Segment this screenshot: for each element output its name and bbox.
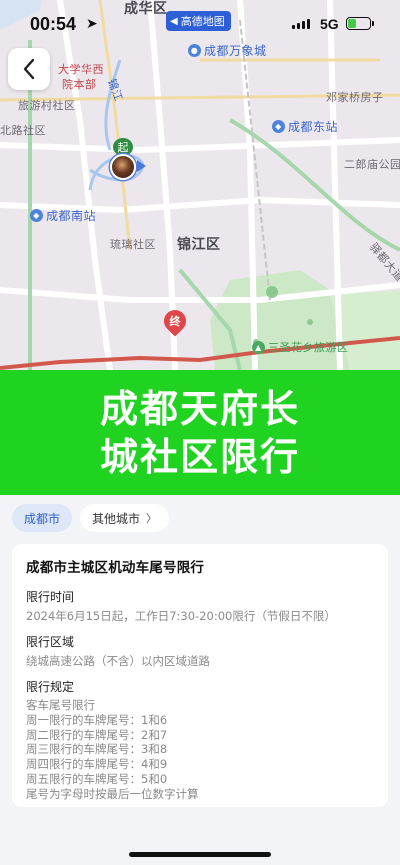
amap-return-badge[interactable]: ◀ 高德地图 [166,11,231,31]
time-heading: 限行时间 [26,590,75,604]
rule-line: 周一限行的车牌尾号：1和6 [26,712,168,727]
network-type: 5G [320,16,339,32]
rule-line: 客车尾号限行 [26,698,95,712]
route-map[interactable]: 成华区 ● 成都万象城 大学华西 院本部 旅游村社区 北路社区 锦江 ◆ 成都东… [0,0,400,370]
amap-badge-label: 高德地图 [180,15,225,28]
train-station-icon: ◆ [30,209,43,222]
map-label-erbu: 二郎庙公园 [344,158,400,171]
chevron-left-icon [23,58,35,80]
area-heading: 限行区域 [26,635,75,649]
end-marker-label: 终 [169,315,181,328]
map-label-lvyou: 旅游村社区 [18,99,76,112]
map-label-jinjiang: 锦江区 [177,237,221,253]
title-banner: 成都天府长 城社区限行 [0,370,400,495]
restriction-rule-card: 成都市主城区机动车尾号限行 限行时间 2024年6月15日起，工作日7:30-2… [12,544,388,807]
status-time: 00:54 [30,14,77,34]
map-label-huaxi: 大学华西 [58,63,104,76]
end-marker[interactable]: 终 [159,305,191,338]
user-location-avatar [110,154,136,180]
map-label-sansheng: ▲ 三圣花乡旅游区 [252,339,349,355]
map-label-nanzhan: ◆ 成都南站 [30,207,96,224]
map-label-dengjia: 邓家桥房子 [326,91,384,104]
return-arrow-icon: ◀ [170,15,178,27]
scenic-area-icon: ▲ [252,340,265,354]
map-label-dongzhan: ◆ 成都东站 [272,118,338,135]
rule-line: 周二限行的车牌尾号：2和7 [26,727,168,742]
location-arrow-icon: ➤ [86,16,98,32]
city-tab-other-label: 其他城市 [92,511,141,526]
rule-line: 尾号为字母时按最后一位数字计算 [26,786,199,801]
heading-arrow-icon [137,160,146,172]
city-tab-current[interactable]: 成都市 [12,504,73,532]
back-button[interactable] [8,48,50,90]
banner-title-line-2: 城社区限行 [99,434,300,479]
cellular-signal-icon [292,19,310,29]
rule-card-title: 成都市主城区机动车尾号限行 [26,560,205,576]
time-text: 2024年6月15日起，工作日7:30-20:00限行（节假日不限） [26,609,336,623]
map-label-nanzhan-text: 成都南站 [46,209,97,223]
rule-line: 周三限行的车牌尾号：3和8 [26,742,168,757]
map-label-huaxi2: 院本部 [62,78,97,91]
map-label-sansheng-text: 三圣花乡旅游区 [268,341,349,354]
battery-cap [372,21,374,26]
banner-title-line-1: 成都天府长 [99,386,300,431]
restriction-panel: 成都市 其他城市 〉 成都市主城区机动车尾号限行 限行时间 2024年6月15日… [0,495,400,865]
battery-icon [346,17,371,30]
chevron-right-icon: 〉 [146,512,158,525]
map-label-beilu: 北路社区 [0,124,46,137]
map-label-liuli: 琉璃社区 [110,238,156,251]
home-indicator[interactable] [129,852,271,857]
area-text: 绕城高速公路（不含）以内区域道路 [26,654,210,668]
train-station-icon: ◆ [272,120,285,133]
city-tabs: 成都市 其他城市 〉 [12,504,170,532]
rule-heading: 限行规定 [26,680,75,694]
city-tab-other[interactable]: 其他城市 〉 [80,504,170,532]
map-label-dongzhan-text: 成都东站 [288,120,339,134]
rule-line: 周四限行的车牌尾号：4和9 [26,757,168,772]
rule-line: 周五限行的车牌尾号：5和0 [26,771,168,786]
